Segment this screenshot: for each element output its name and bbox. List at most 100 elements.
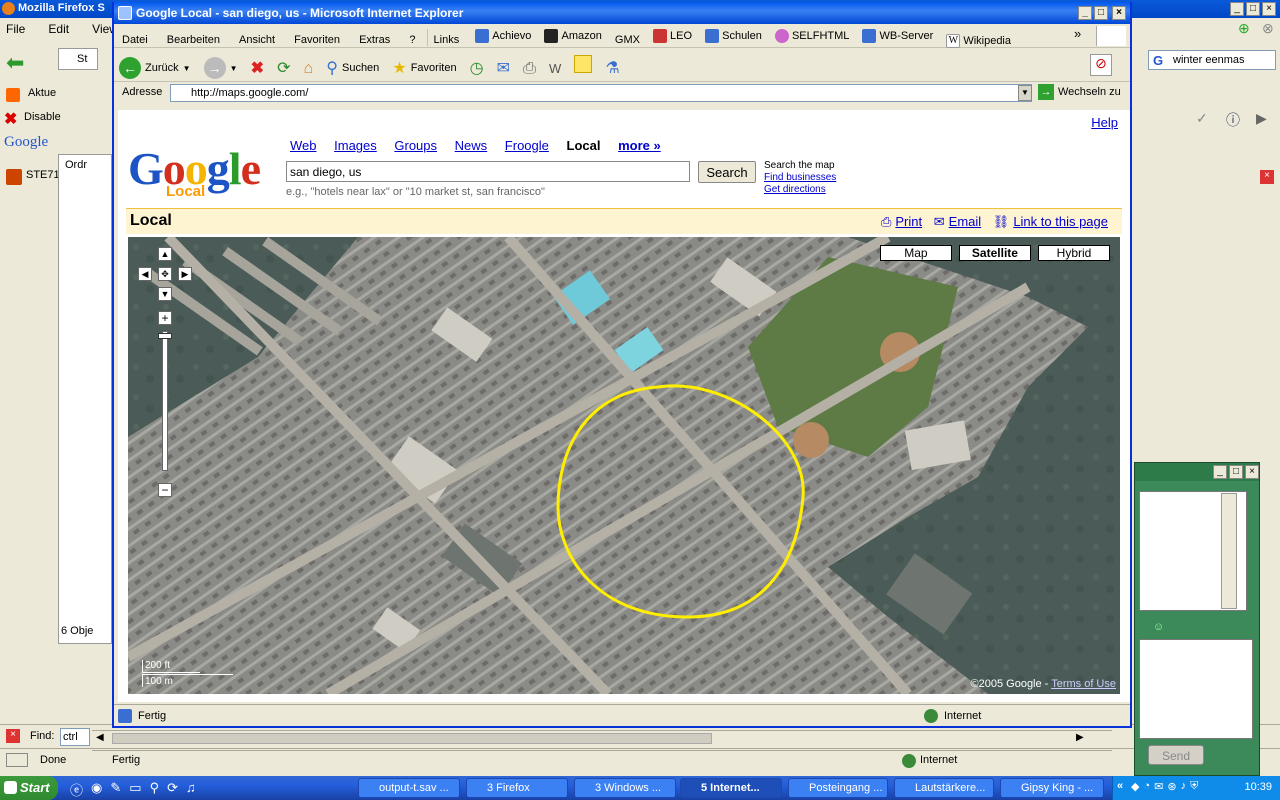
tab-images[interactable]: Images <box>334 138 377 153</box>
volume-icon[interactable]: ♪ <box>1181 780 1187 793</box>
refresh-icon[interactable]: ⟳ <box>167 780 178 799</box>
ie-icon[interactable]: ⓔ <box>70 780 83 799</box>
ie-minimize-icon[interactable]: _ <box>1078 6 1092 20</box>
close-find-icon[interactable]: × <box>6 729 20 743</box>
menu-datei[interactable]: Datei <box>114 29 156 46</box>
task-gipsy-king[interactable]: Gipsy King - ... <box>1000 778 1104 798</box>
firefox-search-input[interactable]: G winter eenmas <box>1148 50 1276 70</box>
help-link[interactable]: Help <box>1091 115 1118 130</box>
task-posteingang[interactable]: Posteingang ... <box>788 778 888 798</box>
tray-app-icon[interactable]: ◆ <box>1131 780 1139 793</box>
search-button[interactable]: ⚲ Suchen <box>321 51 384 78</box>
chat-input[interactable] <box>1139 639 1253 739</box>
check-icon[interactable]: ✓ <box>1196 110 1208 127</box>
find-businesses-link[interactable]: Find businesses <box>764 172 836 184</box>
emoticon-icon[interactable]: ☺ <box>1153 621 1164 633</box>
maximize-icon[interactable]: □ <box>1246 2 1260 16</box>
scroll-thumb[interactable] <box>112 733 712 744</box>
forward-button[interactable]: → ▼ <box>199 50 243 79</box>
tab-groups[interactable]: Groups <box>394 138 437 153</box>
link-leo[interactable]: LEO <box>648 24 697 43</box>
start-button[interactable]: Start <box>0 776 58 800</box>
address-dropdown-icon[interactable]: ▼ <box>1018 85 1032 101</box>
tab-news[interactable]: News <box>455 138 488 153</box>
minimize-icon[interactable]: _ <box>1230 2 1244 16</box>
menu-edit[interactable]: Edit <box>42 20 69 36</box>
menu-ansicht[interactable]: Ansicht <box>231 29 283 46</box>
map-type-hybrid-button[interactable]: Hybrid <box>1038 245 1110 261</box>
chat-maximize-icon[interactable]: □ <box>1229 465 1243 479</box>
add-icon[interactable]: ⊕ <box>1238 20 1250 37</box>
menu-extras[interactable]: Extras <box>351 29 398 46</box>
notes-button[interactable] <box>569 48 597 73</box>
ie-maximize-icon[interactable]: □ <box>1094 6 1108 20</box>
menu-help[interactable]: ? <box>401 29 423 46</box>
firefox-scrollbar[interactable]: ◀ ▶ <box>92 730 1112 746</box>
task-firefox[interactable]: 3 Firefox <box>466 778 568 798</box>
tab-web[interactable]: Web <box>290 138 317 153</box>
favorites-button[interactable]: ★ Favoriten <box>387 51 461 78</box>
research-button[interactable]: ⚗ <box>600 51 624 78</box>
search-input[interactable]: san diego, us <box>286 161 690 182</box>
satellite-map[interactable]: ▲ ◀ ✥ ▶ ▼ + − Map Satellite Hybrid 200 f… <box>128 237 1120 694</box>
chat-scrollbar[interactable] <box>1221 493 1237 609</box>
menu-bearbeiten[interactable]: Bearbeiten <box>159 29 228 46</box>
info-icon[interactable]: ⓘ <box>1226 110 1240 130</box>
link-gmx[interactable]: GMX <box>610 29 645 46</box>
get-directions-link[interactable]: Get directions <box>764 184 836 196</box>
scroll-right-icon[interactable]: ▶ <box>1076 732 1084 743</box>
pan-down-button[interactable]: ▼ <box>158 287 172 301</box>
tab-local[interactable]: Local <box>567 138 601 153</box>
task-internet[interactable]: 5 Internet... <box>680 778 782 798</box>
chat-close-icon[interactable]: × <box>1245 465 1259 479</box>
send-button[interactable]: Send <box>1148 745 1204 765</box>
gmx-icon[interactable]: ✉ <box>1154 780 1163 793</box>
ie-close-icon[interactable]: × <box>1112 6 1126 20</box>
tray-expand-icon[interactable]: « <box>1117 780 1123 792</box>
firefox-tab[interactable]: St <box>58 48 98 70</box>
network-icon[interactable]: ⊛ <box>1167 780 1176 793</box>
rss-row[interactable]: Aktue <box>0 84 112 108</box>
back-arrow-icon[interactable]: ⬅ <box>6 50 24 76</box>
shield-icon[interactable]: ⛨ <box>1190 780 1198 793</box>
close-icon[interactable]: × <box>1262 2 1276 16</box>
clock-alert-icon[interactable]: ◔ <box>1143 780 1150 793</box>
address-input[interactable]: http://maps.google.com/ <box>170 84 1032 102</box>
scroll-left-icon[interactable]: ◀ <box>96 732 104 743</box>
folder-icon[interactable]: ▭ <box>129 780 141 799</box>
close-tab-icon[interactable]: × <box>1260 170 1274 184</box>
disable-row[interactable]: ✖ Disable <box>0 108 112 132</box>
home-button[interactable]: ⌂ <box>299 53 319 78</box>
link-selfhtml[interactable]: SELFHTML <box>770 24 854 43</box>
task-lautstaerke[interactable]: Lautstärkere... <box>894 778 994 798</box>
edit-button[interactable]: W <box>544 54 566 76</box>
link-schulen[interactable]: Schulen <box>700 24 767 43</box>
zoom-out-button[interactable]: − <box>158 483 172 497</box>
map-type-satellite-button[interactable]: Satellite <box>958 245 1031 261</box>
search-icon[interactable]: ⚲ <box>150 780 160 799</box>
refresh-button[interactable]: ⟳ <box>272 51 295 78</box>
pan-center-button[interactable]: ✥ <box>158 267 172 281</box>
clear-icon[interactable]: ⊗ <box>1262 20 1274 37</box>
task-output[interactable]: output-t.sav ... <box>358 778 460 798</box>
print-link[interactable]: Print <box>895 214 922 229</box>
find-input[interactable]: ctrl <box>60 728 90 746</box>
pan-right-button[interactable]: ▶ <box>178 267 192 281</box>
map-type-map-button[interactable]: Map <box>879 245 952 261</box>
menu-file[interactable]: File <box>0 20 25 36</box>
stop-button[interactable]: ✖ <box>246 51 269 78</box>
tab-more[interactable]: more » <box>618 138 661 153</box>
link-wb-server[interactable]: WB-Server <box>857 24 938 43</box>
print-button[interactable]: ⎙ <box>518 53 541 78</box>
play-icon[interactable]: ▶ <box>1256 110 1267 127</box>
firefox-icon[interactable]: ◉ <box>91 780 102 799</box>
pan-left-button[interactable]: ◀ <box>138 267 152 281</box>
terms-of-use-link[interactable]: Terms of Use <box>1051 678 1116 690</box>
mail-button[interactable]: ✉ <box>492 51 515 78</box>
back-button[interactable]: ← Zurück ▼ <box>114 50 196 79</box>
media-icon[interactable]: ♫ <box>186 780 196 799</box>
search-button[interactable]: Search <box>698 161 756 183</box>
chat-minimize-icon[interactable]: _ <box>1213 465 1227 479</box>
link-wikipedia[interactable]: W Wikipedia <box>941 29 1016 48</box>
link-to-page-link[interactable]: Link to this page <box>1013 214 1108 229</box>
